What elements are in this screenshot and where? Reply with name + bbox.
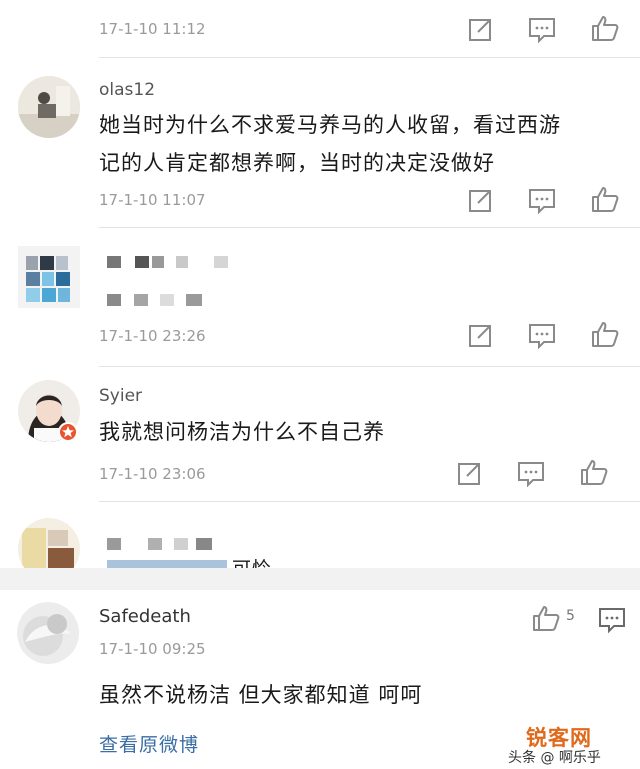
comment-icon[interactable] — [527, 16, 557, 44]
comment-username[interactable]: olas12 — [99, 80, 155, 100]
avatar[interactable] — [18, 76, 80, 138]
blurred-username — [176, 256, 188, 268]
like-icon[interactable] — [590, 320, 620, 348]
comment-text: 可怜 — [232, 550, 272, 568]
blurred-text — [186, 294, 202, 306]
section-separator — [0, 568, 640, 590]
like-icon[interactable] — [590, 185, 620, 213]
comment-username[interactable]: Syier — [99, 386, 142, 406]
blurred-username — [152, 256, 164, 268]
verified-badge-icon — [58, 422, 78, 442]
comment-item: Syier 我就想问杨洁为什么不自己养 17-1-10 23:06 — [0, 368, 640, 502]
avatar[interactable] — [18, 246, 80, 308]
blurred-text — [160, 294, 174, 306]
comment-divider — [99, 57, 640, 58]
avatar[interactable] — [17, 602, 79, 664]
comment-divider — [99, 366, 640, 367]
share-icon[interactable] — [466, 187, 496, 215]
comment-timestamp: 17-1-10 11:12 — [99, 20, 206, 38]
like-icon[interactable] — [590, 14, 620, 42]
comment-icon[interactable] — [527, 322, 557, 350]
like-icon[interactable] — [579, 458, 609, 486]
comment-username[interactable]: Safedeath — [99, 606, 191, 627]
blurred-username — [148, 538, 162, 550]
comment-text: 虽然不说杨洁 但大家都知道 呵呵 — [99, 683, 423, 707]
comment-icon[interactable] — [597, 606, 627, 634]
blurred-text — [134, 294, 148, 306]
blurred-username — [107, 256, 121, 268]
blurred-username — [174, 538, 188, 550]
comment-item: olas12 她当时为什么不求爱马养马的人收留，看过西游 记的人肯定都想养啊，当… — [0, 60, 640, 228]
blurred-username — [214, 256, 228, 268]
blurred-mention — [107, 560, 227, 568]
watermark: 锐客网 头条 @ 啊乐乎 — [508, 722, 640, 769]
blurred-username — [107, 538, 121, 550]
comment-text-line: 记的人肯定都想养啊，当时的决定没做好 — [99, 151, 495, 175]
comment-timestamp: 17-1-10 09:25 — [99, 640, 206, 658]
comment-timestamp: 17-1-10 23:06 — [99, 465, 206, 483]
comment-text-line: 她当时为什么不求爱马养马的人收留，看过西游 — [99, 113, 561, 137]
blurred-username — [196, 538, 212, 550]
comment-item: 可怜 — [0, 502, 640, 568]
share-icon[interactable] — [455, 460, 485, 488]
comment-icon[interactable] — [516, 460, 546, 488]
blurred-text — [107, 294, 121, 306]
like-icon[interactable] — [531, 604, 561, 632]
comment-item: 17-1-10 11:12 — [0, 0, 640, 60]
watermark-source: 头条 @ 啊乐乎 — [508, 750, 601, 766]
comment-timestamp: 17-1-10 23:26 — [99, 327, 206, 345]
share-icon[interactable] — [466, 322, 496, 350]
comment-icon[interactable] — [527, 187, 557, 215]
share-icon[interactable] — [466, 16, 496, 44]
comment-timestamp: 17-1-10 11:07 — [99, 191, 206, 209]
view-original-link[interactable]: 查看原微博 — [99, 730, 199, 757]
avatar[interactable] — [18, 518, 80, 568]
blurred-username — [135, 256, 149, 268]
comment-item: 17-1-10 23:26 — [0, 228, 640, 368]
comment-text: 我就想问杨洁为什么不自己养 — [99, 420, 385, 444]
like-count: 5 — [566, 608, 575, 624]
comment-text: 她当时为什么不求爱马养马的人收留，看过西游 记的人肯定都想养啊，当时的决定没做好 — [99, 106, 561, 182]
